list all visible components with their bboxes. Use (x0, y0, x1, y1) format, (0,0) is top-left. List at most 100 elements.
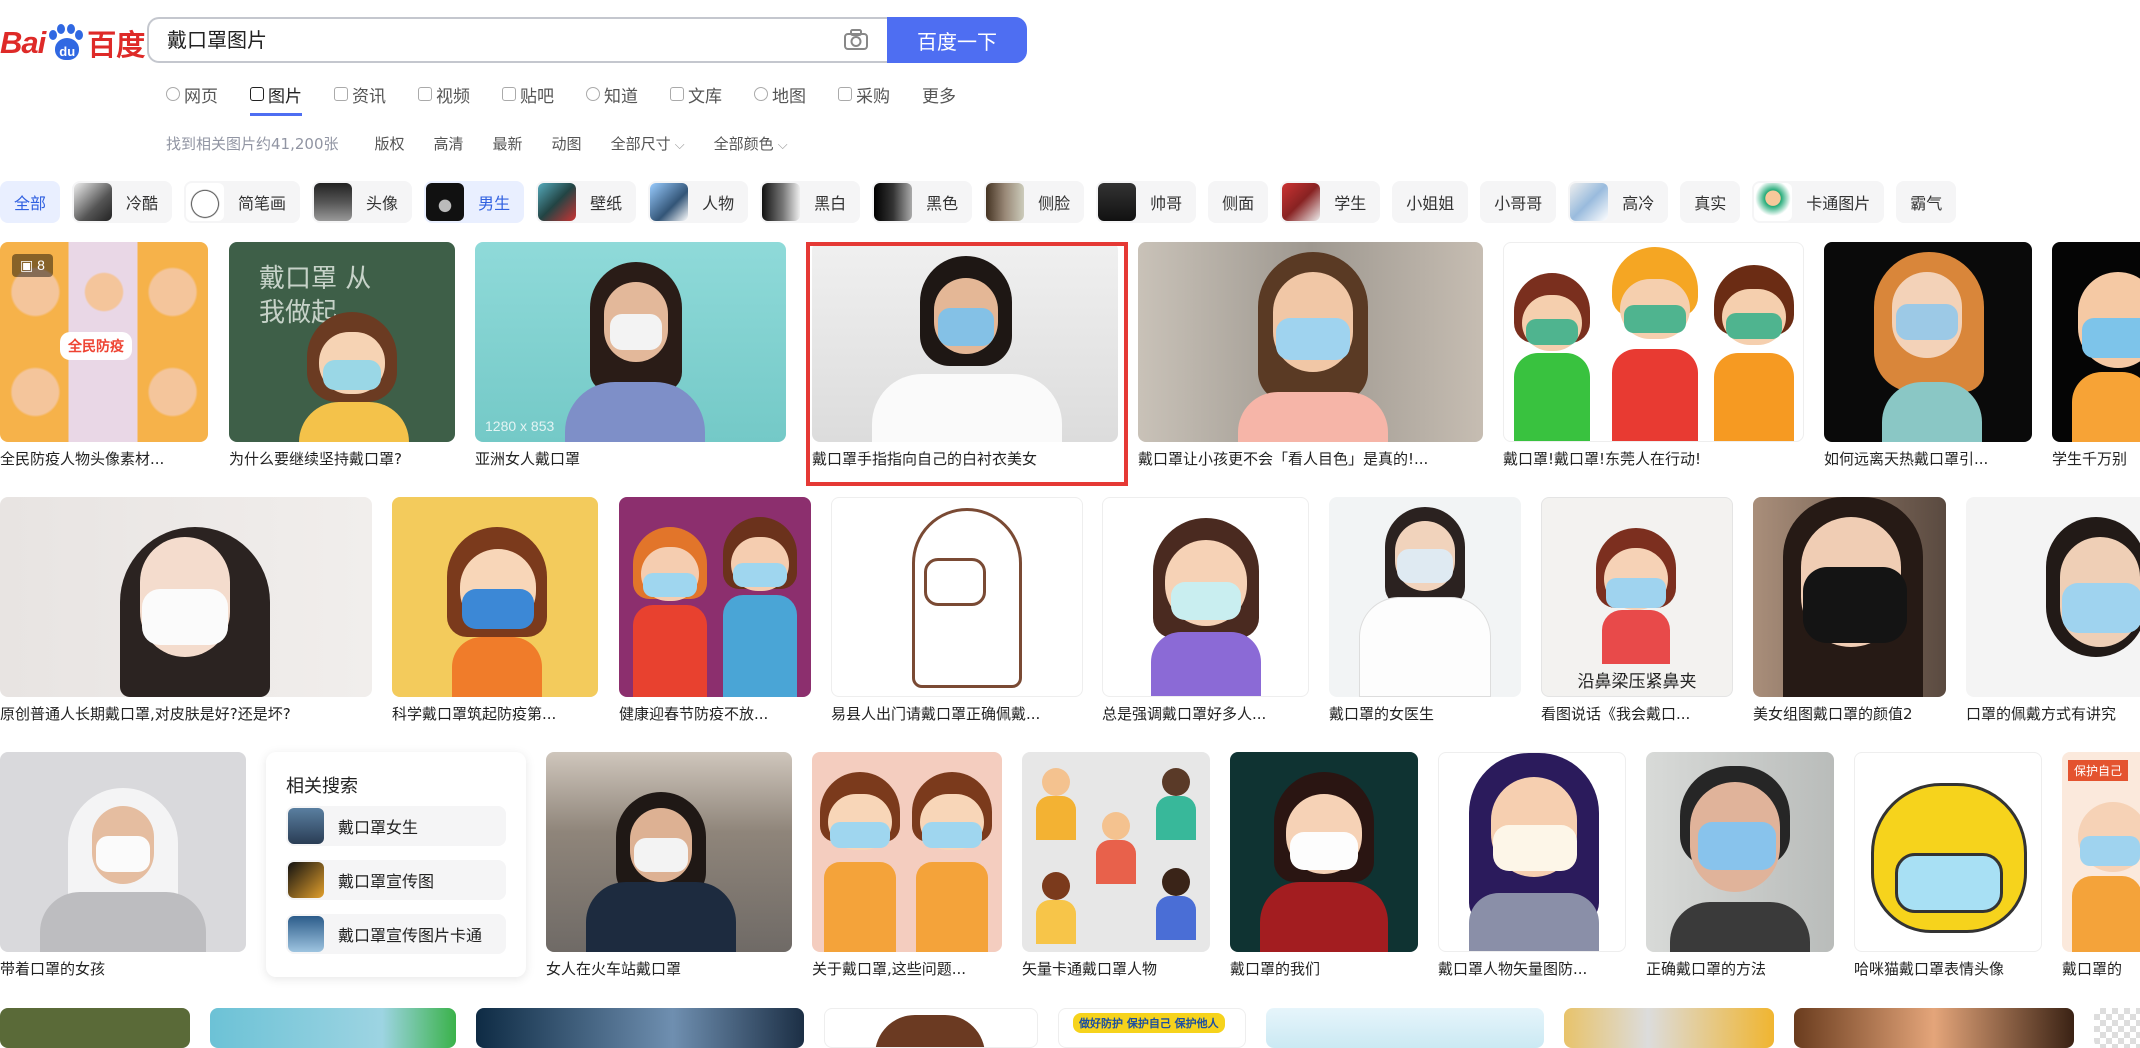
chip[interactable]: 男生 (424, 181, 525, 223)
filter-size-dropdown[interactable]: 全部尺寸 (611, 133, 685, 154)
search-input[interactable] (167, 19, 767, 61)
image-caption[interactable]: 易县人出门请戴口罩正确佩戴... (831, 703, 1083, 724)
search-button[interactable]: 百度一下 (887, 17, 1027, 63)
image-caption[interactable]: 总是强调戴口罩好多人... (1102, 703, 1309, 724)
image-caption[interactable]: 戴口罩的我们 (1230, 958, 1418, 979)
tab-web[interactable]: 网页 (166, 80, 218, 108)
image-caption[interactable]: 戴口罩让小孩更不会「看人目色」是真的!... (1138, 448, 1483, 469)
image-caption[interactable]: 健康迎春节防疫不放... (619, 703, 811, 724)
image-card[interactable]: 带着口罩的女孩 (0, 752, 246, 979)
image-caption[interactable]: 戴口罩的 (2062, 958, 2140, 979)
image-caption[interactable]: 戴口罩!戴口罩!东莞人在行动! (1503, 448, 1804, 469)
image-card[interactable] (476, 1008, 804, 1048)
image-caption[interactable]: 戴口罩人物矢量图防... (1438, 958, 1626, 979)
image-card[interactable] (2094, 1008, 2140, 1048)
chip[interactable]: 黑色 (872, 181, 973, 223)
image-card[interactable]: 科学戴口罩筑起防疫第... (392, 497, 598, 724)
image-card[interactable]: 1280 x 853 亚洲女人戴口罩 (475, 242, 786, 469)
image-caption[interactable]: 关于戴口罩,这些问题... (812, 958, 1002, 979)
image-caption[interactable]: 看图说话《我会戴口... (1541, 703, 1733, 724)
image-caption[interactable]: 亚洲女人戴口罩 (475, 448, 786, 469)
chip[interactable]: 黑白 (760, 181, 861, 223)
chip[interactable]: 壁纸 (536, 181, 637, 223)
tab-images[interactable]: 图片 (250, 80, 302, 116)
image-card[interactable]: 如何远离天热戴口罩引... (1824, 242, 2032, 469)
chip[interactable]: 卡通图片 (1752, 181, 1885, 223)
image-card[interactable]: 戴口罩的我们 (1230, 752, 1418, 979)
image-caption[interactable]: 矢量卡通戴口罩人物 (1022, 958, 1210, 979)
image-caption[interactable]: 美女组图戴口罩的颜值2 (1753, 703, 1946, 724)
filter-copyright[interactable]: 版权 (375, 133, 405, 154)
image-card[interactable]: 保护自己 戴口罩的 (2062, 752, 2140, 979)
filter-latest[interactable]: 最新 (493, 133, 523, 154)
tab-tieba[interactable]: 贴吧 (502, 80, 554, 108)
chip[interactable]: 人物 (648, 181, 749, 223)
image-caption[interactable]: 带着口罩的女孩 (0, 958, 246, 979)
image-card[interactable]: 正确戴口罩的方法 (1646, 752, 1834, 979)
image-caption[interactable]: 女人在火车站戴口罩 (546, 958, 792, 979)
image-caption[interactable]: 科学戴口罩筑起防疫第... (392, 703, 598, 724)
tab-map[interactable]: 地图 (754, 80, 806, 108)
image-card[interactable]: 戴口罩的女医生 (1329, 497, 1521, 724)
image-card[interactable]: 口罩的佩戴方式有讲究 (1966, 497, 2140, 724)
image-card[interactable]: 关于戴口罩,这些问题... (812, 752, 1002, 979)
image-card[interactable]: 戴口罩人物矢量图防... (1438, 752, 1626, 979)
chip[interactable]: 侧面 (1208, 181, 1269, 223)
chip[interactable]: 真实 (1680, 181, 1741, 223)
image-card[interactable]: 沿鼻梁压紧鼻夹 看图说话《我会戴口... (1541, 497, 1733, 724)
image-caption[interactable]: 为什么要继续坚持戴口罩? (229, 448, 455, 469)
related-item[interactable]: 戴口罩宣传图片卡通 (286, 914, 506, 954)
image-caption[interactable]: 如何远离天热戴口罩引... (1824, 448, 2032, 469)
filter-animated[interactable]: 动图 (552, 133, 582, 154)
image-caption[interactable]: 正确戴口罩的方法 (1646, 958, 1834, 979)
chip-all[interactable]: 全部 (0, 181, 61, 223)
chip[interactable]: 学生 (1280, 181, 1381, 223)
image-card[interactable]: ▣ 8 全民防疫 全民防疫人物头像素材... (0, 242, 208, 469)
image-card[interactable]: 矢量卡通戴口罩人物 (1022, 752, 1210, 979)
image-card[interactable]: 总是强调戴口罩好多人... (1102, 497, 1309, 724)
related-item[interactable]: 戴口罩宣传图 (286, 860, 506, 900)
tab-zhidao[interactable]: 知道 (586, 80, 638, 108)
tab-news[interactable]: 资讯 (334, 80, 386, 108)
chip[interactable]: 头像 (312, 181, 413, 223)
filter-color-dropdown[interactable]: 全部颜色 (714, 133, 788, 154)
chip[interactable]: 霸气 (1896, 181, 1957, 223)
baidu-logo[interactable]: Bai du 百度 (0, 20, 145, 66)
image-card[interactable] (210, 1008, 456, 1048)
image-card[interactable]: 学生千万别 (2052, 242, 2140, 469)
chip[interactable]: 小哥哥 (1480, 181, 1557, 223)
image-card[interactable]: 哈咪猫戴口罩表情头像 (1854, 752, 2042, 979)
image-card[interactable] (1794, 1008, 2074, 1048)
chip[interactable]: 高冷 (1568, 181, 1669, 223)
image-caption[interactable]: 戴口罩的女医生 (1329, 703, 1521, 724)
image-card[interactable]: 戴口罩 从我做起 为什么要继续坚持戴口罩? (229, 242, 455, 469)
chip[interactable]: 帅哥 (1096, 181, 1197, 223)
image-card[interactable]: 女人在火车站戴口罩 (546, 752, 792, 979)
image-card[interactable]: 戴口罩让小孩更不会「看人目色」是真的!... (1138, 242, 1483, 469)
image-card[interactable]: 做好防护 保护自己 保护他人 (1058, 1008, 1246, 1048)
image-caption[interactable]: 全民防疫人物头像素材... (0, 448, 208, 469)
tab-more[interactable]: 更多 (922, 80, 956, 108)
filter-hd[interactable]: 高清 (434, 133, 464, 154)
chip[interactable]: 侧脸 (984, 181, 1085, 223)
image-caption[interactable]: 原创普通人长期戴口罩,对皮肤是好?还是坏? (0, 703, 372, 724)
image-caption[interactable]: 哈咪猫戴口罩表情头像 (1854, 958, 2042, 979)
image-caption[interactable]: 口罩的佩戴方式有讲究 (1966, 703, 2140, 724)
image-card[interactable] (1564, 1008, 1774, 1048)
image-card[interactable] (1266, 1008, 1544, 1048)
camera-icon[interactable] (843, 29, 869, 51)
image-caption[interactable]: 学生千万别 (2052, 448, 2140, 469)
image-card[interactable]: 戴口罩!戴口罩!东莞人在行动! (1503, 242, 1804, 469)
chip[interactable]: 冷酷 (72, 181, 173, 223)
image-card[interactable]: 易县人出门请戴口罩正确佩戴... (831, 497, 1083, 724)
image-card[interactable] (824, 1008, 1038, 1048)
image-card[interactable]: 健康迎春节防疫不放... (619, 497, 811, 724)
chip[interactable]: 简笔画 (184, 181, 301, 223)
chip[interactable]: 小姐姐 (1392, 181, 1469, 223)
tab-purchase[interactable]: 采购 (838, 80, 890, 108)
image-card[interactable]: 美女组图戴口罩的颜值2 (1753, 497, 1946, 724)
related-item[interactable]: 戴口罩女生 (286, 806, 506, 846)
tab-wenku[interactable]: 文库 (670, 80, 722, 108)
image-card[interactable]: 原创普通人长期戴口罩,对皮肤是好?还是坏? (0, 497, 372, 724)
image-card[interactable] (0, 1008, 190, 1048)
